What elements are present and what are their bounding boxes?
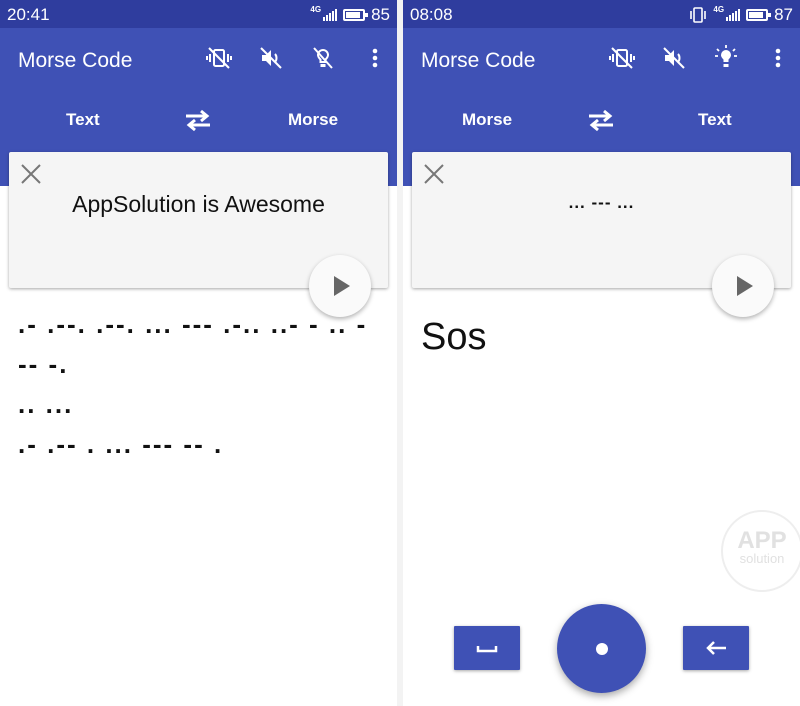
battery-level: 85: [371, 5, 390, 24]
output-line: .. ...: [18, 389, 74, 419]
battery-level: 87: [774, 5, 793, 24]
vibrate-status-icon: [690, 7, 707, 23]
input-text[interactable]: ... --- ...: [412, 193, 791, 213]
toolbar-actions: [584, 44, 792, 72]
close-icon[interactable]: [422, 162, 446, 186]
vibrate-off-icon[interactable]: [205, 44, 233, 72]
language-row: Morse Text: [403, 108, 800, 132]
network-type: 4G: [713, 5, 725, 14]
watermark-line-2: solution: [739, 551, 785, 566]
output-line: .- .-- . ... --- -- .: [18, 429, 224, 459]
dot-key-button[interactable]: [557, 604, 646, 693]
signal-icon: [323, 9, 338, 21]
sound-off-icon[interactable]: [660, 44, 688, 72]
battery-icon: [343, 9, 369, 21]
screen-morse-to-text: 08:08 4G 87 Morse Code Morse Text ... --…: [403, 0, 800, 706]
more-vert-icon[interactable]: [361, 44, 389, 72]
output-line: .- .--. .--. ... --- .-.. ..- - .. -: [18, 309, 368, 339]
source-language[interactable]: Text: [66, 110, 100, 130]
target-language[interactable]: Morse: [288, 110, 338, 130]
target-language[interactable]: Text: [698, 110, 732, 130]
app-title: Morse Code: [18, 49, 133, 72]
play-button[interactable]: [712, 255, 774, 317]
vibrate-off-icon[interactable]: [608, 44, 636, 72]
output-line: -- -.: [18, 349, 69, 379]
swap-icon[interactable]: [586, 108, 616, 132]
play-icon: [334, 276, 350, 296]
flash-off-icon[interactable]: [309, 44, 337, 72]
close-icon[interactable]: [19, 162, 43, 186]
morse-output: .- .--. .--. ... --- .-.. ..- - .. - -- …: [18, 304, 378, 464]
signal-icon: [726, 9, 741, 21]
swap-icon[interactable]: [183, 108, 213, 132]
battery-icon: [746, 9, 772, 21]
dot-icon: [596, 643, 608, 655]
sound-off-icon[interactable]: [257, 44, 285, 72]
app-title: Morse Code: [421, 49, 536, 72]
screen-text-to-morse: 20:41 4G 85 Morse Code Text Morse AppSol…: [0, 0, 397, 706]
text-output: Sos: [421, 316, 487, 358]
watermark-line-1: APP: [737, 527, 787, 554]
play-icon: [737, 276, 753, 296]
space-key-icon: [476, 646, 498, 653]
status-bar: 20:41 4G 85: [0, 0, 397, 28]
status-time: 20:41: [7, 5, 50, 24]
flash-on-icon[interactable]: [712, 44, 740, 72]
status-bar: 08:08 4G 87: [403, 0, 800, 28]
input-text[interactable]: AppSolution is Awesome: [9, 191, 388, 218]
backspace-key-button[interactable]: [683, 626, 749, 670]
app-solution-watermark: APP solution: [721, 510, 800, 592]
status-time: 08:08: [410, 5, 453, 24]
more-vert-icon[interactable]: [764, 44, 792, 72]
language-row: Text Morse: [0, 108, 397, 132]
backspace-icon: [706, 641, 726, 655]
source-language[interactable]: Morse: [462, 110, 512, 130]
space-key-button[interactable]: [454, 626, 520, 670]
network-type: 4G: [310, 5, 322, 14]
toolbar-actions: [181, 44, 389, 72]
